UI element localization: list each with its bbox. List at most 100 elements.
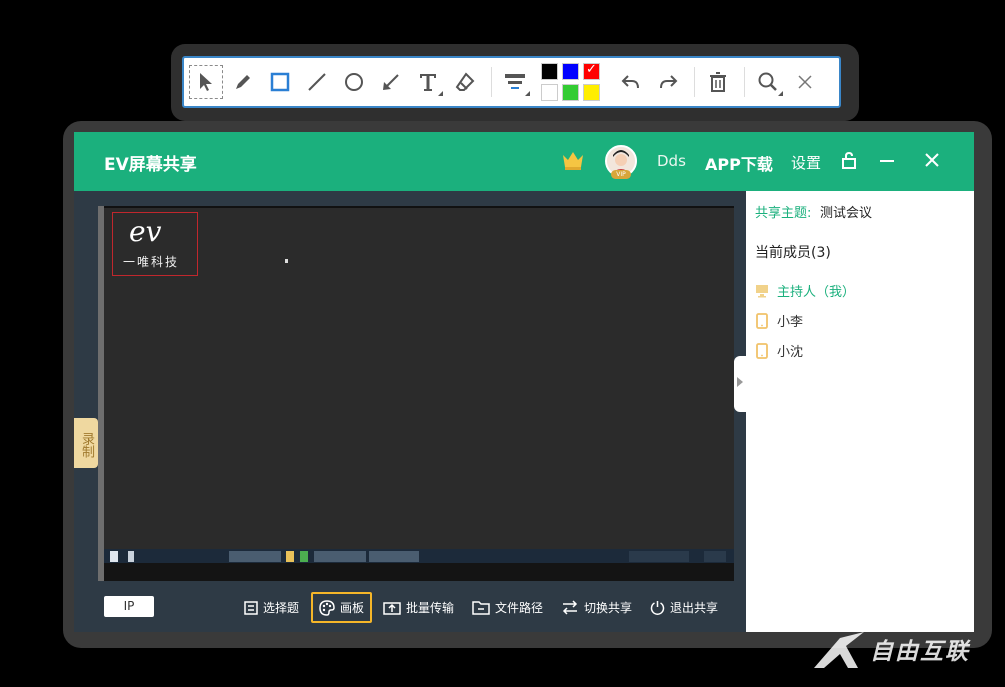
taskbar-tray [629, 551, 689, 562]
arrow-tool-button[interactable] [374, 65, 408, 99]
swap-icon [562, 600, 578, 615]
member-item[interactable]: 小沈 [755, 341, 803, 360]
screen-bottom-strip [104, 563, 734, 581]
ip-button[interactable]: IP [104, 596, 154, 617]
lock-icon[interactable] [841, 152, 857, 170]
power-icon [650, 601, 665, 615]
color-swatch-green[interactable] [562, 84, 579, 101]
company-logo: ev 一唯科技 [112, 212, 198, 276]
quiz-label: 选择题 [263, 601, 300, 615]
watermark: 自由互联 [810, 628, 995, 672]
file-path-button[interactable]: 文件路径 [466, 592, 549, 623]
panel-collapse-button[interactable] [734, 356, 748, 412]
share-topic-value: 测试会议 [820, 206, 873, 221]
logo-text: 一唯科技 [123, 255, 180, 269]
minimize-icon[interactable] [879, 154, 895, 168]
close-window-icon[interactable] [925, 153, 939, 167]
color-swatch-red[interactable]: ✓ [583, 62, 600, 80]
zoom-dropdown-icon [778, 91, 783, 96]
member-name: 小李 [777, 315, 804, 330]
tablet-icon [756, 312, 768, 329]
app-download-link[interactable]: APP下载 [705, 151, 773, 175]
palette-icon [319, 599, 335, 616]
redo-button[interactable] [651, 65, 685, 99]
toolbar-divider [491, 67, 492, 97]
vip-badge: VIP [611, 170, 631, 179]
line-width-button[interactable] [498, 65, 532, 99]
exit-share-button[interactable]: 退出共享 [644, 592, 724, 623]
select-tool-button[interactable] [189, 65, 223, 99]
mouse-cursor-icon [285, 259, 288, 263]
undo-icon [621, 75, 639, 89]
toolbar-divider [694, 67, 695, 97]
text-icon [420, 74, 436, 91]
shared-screen[interactable]: ev 一唯科技 [104, 208, 734, 563]
taskbar-wechat-icon [300, 551, 308, 562]
eraser-tool-button[interactable] [448, 65, 482, 99]
record-tab[interactable]: 录制 [74, 418, 98, 468]
windows-start-icon [110, 551, 118, 562]
color-swatch-blue[interactable] [562, 63, 579, 80]
rectangle-icon [270, 72, 290, 92]
line-tool-button[interactable] [300, 65, 334, 99]
monitor-icon [756, 284, 768, 297]
remote-taskbar [104, 549, 734, 563]
file-path-label: 文件路径 [495, 601, 544, 615]
title-bar: EV屏幕共享 VIP Dds APP下载 设置 [74, 132, 974, 191]
text-dropdown-icon [438, 91, 443, 96]
app-title: EV屏幕共享 [104, 155, 197, 175]
color-palette: ✓ [541, 62, 600, 101]
settings-link[interactable]: 设置 [791, 152, 821, 173]
upload-icon [383, 602, 401, 615]
main-window: EV屏幕共享 VIP Dds APP下载 设置 ev 一唯科技 录制 IP 选择… [74, 132, 974, 632]
crown-icon[interactable] [561, 149, 585, 171]
taskbar-app [314, 551, 366, 562]
ellipse-tool-button[interactable] [337, 65, 371, 99]
circle-icon [345, 73, 363, 91]
text-tool-button[interactable] [411, 65, 445, 99]
undo-button[interactable] [614, 65, 648, 99]
member-host[interactable]: 主持人（我） [755, 281, 855, 300]
taskbar-folder-icon [286, 551, 294, 562]
username[interactable]: Dds [657, 152, 686, 170]
whiteboard-label: 画板 [340, 601, 365, 615]
chevron-right-icon [737, 377, 743, 387]
bottom-bar: IP 选择题 画板 批量传输 文件路径 切换共享 退出共享 [74, 582, 746, 632]
eraser-icon [455, 72, 475, 91]
members-panel: 共享主题: 测试会议 当前成员(3) 主持人（我） 小李 小沈 [734, 191, 974, 632]
member-name: 小沈 [777, 345, 804, 360]
line-width-icon [505, 74, 525, 89]
pen-tool-button[interactable] [226, 65, 260, 99]
exit-share-label: 退出共享 [670, 601, 719, 615]
switch-share-label: 切换共享 [584, 601, 633, 615]
color-swatch-black[interactable] [541, 63, 558, 80]
logo-mark: ev [129, 215, 162, 248]
quiz-button[interactable]: 选择题 [238, 592, 305, 623]
taskbar-clock [704, 551, 726, 562]
watermark-logo-icon [814, 632, 864, 668]
pen-icon [236, 75, 250, 89]
batch-transfer-button[interactable]: 批量传输 [377, 592, 460, 623]
color-swatch-white[interactable] [541, 84, 558, 101]
taskbar-app [369, 551, 419, 562]
taskbar-app [229, 551, 281, 562]
redo-icon [660, 75, 678, 89]
rectangle-tool-button[interactable] [263, 65, 297, 99]
trash-icon [710, 72, 726, 92]
line-width-dropdown-icon [525, 91, 530, 96]
delete-button[interactable] [701, 65, 735, 99]
tablet-icon [756, 342, 768, 359]
switch-share-button[interactable]: 切换共享 [555, 592, 638, 623]
close-icon [798, 75, 812, 89]
member-item[interactable]: 小李 [755, 311, 803, 330]
toolbar-divider [744, 67, 745, 97]
folder-icon [472, 601, 490, 615]
arrow-icon [383, 74, 399, 90]
search-icon [758, 72, 777, 91]
zoom-button[interactable] [751, 65, 785, 99]
cursor-arrow-icon [200, 73, 212, 91]
batch-transfer-label: 批量传输 [406, 601, 455, 615]
toolbar-close-button[interactable] [788, 65, 822, 99]
color-swatch-yellow[interactable] [583, 84, 600, 101]
whiteboard-button[interactable]: 画板 [311, 592, 373, 623]
